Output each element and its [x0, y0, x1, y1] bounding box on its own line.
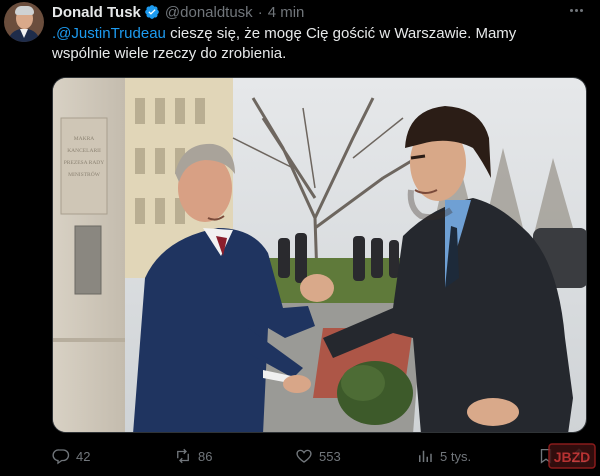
like-button[interactable]: 553 [295, 444, 341, 468]
photo-scene: MAKRA KANCELARII PREZESA RADY MINISTRÓW [53, 78, 586, 432]
reply-count: 42 [76, 448, 91, 464]
repost-icon [177, 448, 189, 464]
mention-link[interactable]: .@JustinTrudeau [52, 25, 166, 42]
plaque-line-3: PREZESA RADY [64, 160, 105, 166]
reply-button[interactable]: 42 [52, 444, 90, 468]
author-handle[interactable]: @donaldtusk [165, 4, 253, 21]
tweet[interactable]: Donald Tusk @donaldtusk · 4 min .@Justin… [0, 0, 600, 476]
like-count: 553 [319, 448, 341, 464]
repost-count: 86 [198, 448, 213, 464]
author-name[interactable]: Donald Tusk [52, 4, 141, 21]
tweet-photo[interactable]: MAKRA KANCELARII PREZESA RADY MINISTRÓW [52, 77, 587, 433]
reply-icon [52, 449, 70, 465]
watermark-text: JBZD [554, 449, 591, 465]
views-button[interactable]: 5 tys. [416, 444, 471, 468]
tweet-text: .@JustinTrudeau cieszę się, że mogę Cię … [52, 24, 552, 64]
action-bar: 42 86 553 5 tys. [52, 444, 592, 468]
author-avatar[interactable] [4, 2, 44, 42]
separator-dot: · [257, 3, 263, 21]
heart-icon [296, 449, 312, 463]
verified-badge-icon [145, 5, 159, 19]
plaque-line-2: KANCELARII [67, 148, 101, 154]
more-icon[interactable] [566, 4, 586, 16]
plaque-line-1: MAKRA [74, 136, 95, 142]
repost-button[interactable]: 86 [174, 444, 212, 468]
post-time[interactable]: 4 min [268, 4, 305, 21]
views-count: 5 tys. [440, 448, 472, 464]
watermark-logo: JBZD [548, 443, 596, 469]
plaque-line-4: MINISTRÓW [68, 170, 101, 178]
tweet-header: Donald Tusk @donaldtusk · 4 min [52, 2, 304, 22]
views-icon [419, 450, 432, 462]
